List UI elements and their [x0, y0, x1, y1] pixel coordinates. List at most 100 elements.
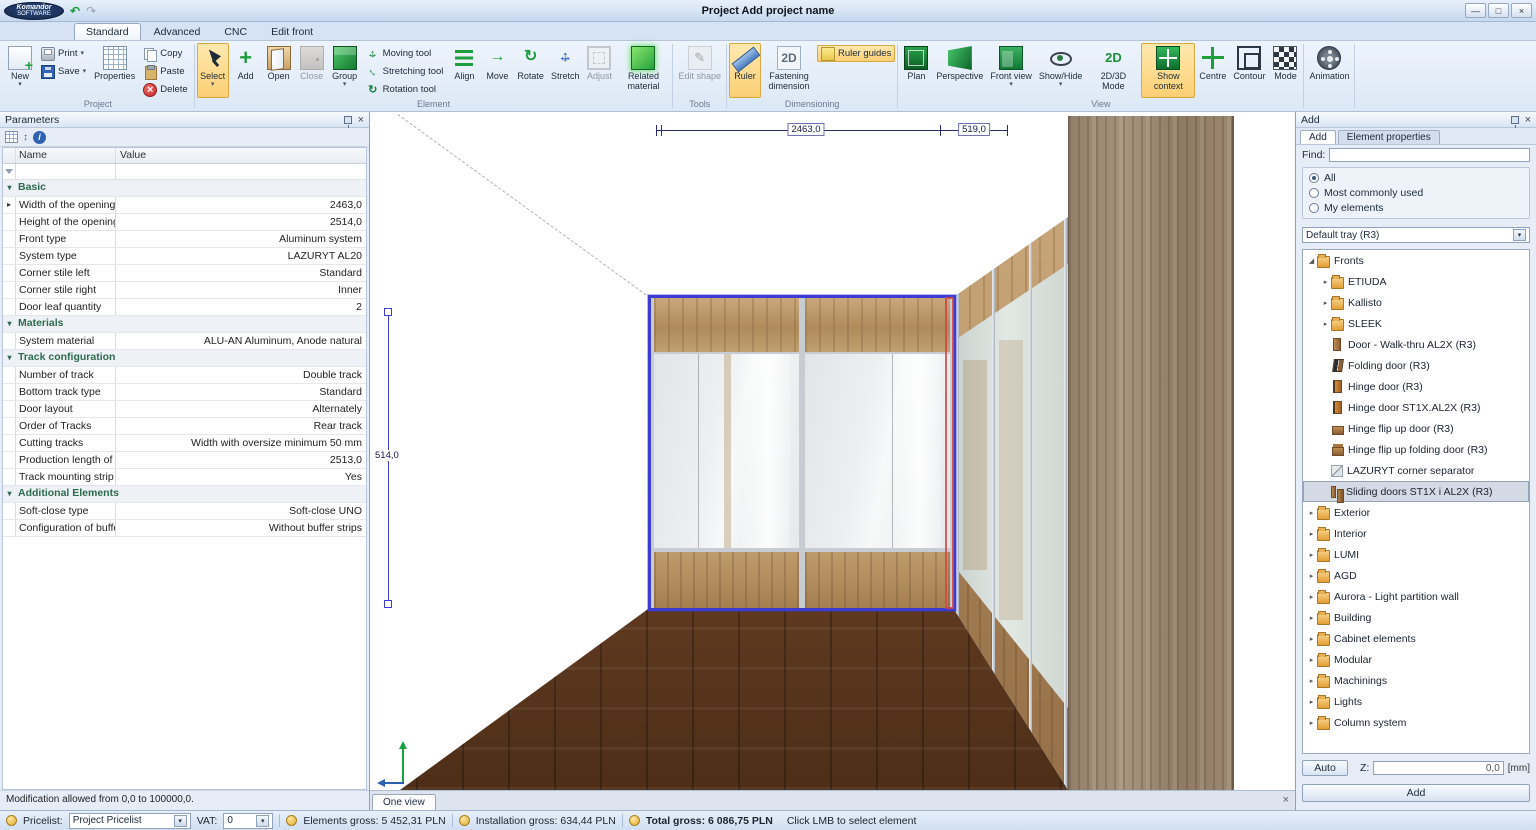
param-row-configuration-of-buffe[interactable]: Configuration of buffe...Without buffer … [3, 520, 366, 537]
3d-viewport[interactable]: 2463,0 519,0 514,0 [370, 112, 1295, 790]
ribbon-button-adjust[interactable]: Adjust [583, 43, 615, 98]
expand-arrow-icon[interactable]: ▸ [1306, 698, 1317, 706]
tree-item-interior[interactable]: ▸Interior [1303, 523, 1529, 544]
ribbon-button-centre[interactable]: Centre [1196, 43, 1229, 98]
ribbon-button-perspective[interactable]: Perspective [933, 43, 986, 98]
tab-add[interactable]: Add [1300, 130, 1336, 144]
tree-item-fronts[interactable]: ◢Fronts [1303, 250, 1529, 271]
radio-most-commonly-used[interactable]: Most commonly used [1309, 187, 1523, 199]
close-panel-icon[interactable]: × [358, 115, 364, 125]
tree-item-exterior[interactable]: ▸Exterior [1303, 502, 1529, 523]
tree-item-cabinet-elements[interactable]: ▸Cabinet elements [1303, 628, 1529, 649]
auto-button[interactable]: Auto [1302, 760, 1348, 776]
tree-item-hinge-door-st1x-al2x-r3[interactable]: Hinge door ST1X.AL2X (R3) [1303, 397, 1529, 418]
expand-arrow-icon[interactable]: ▸ [1306, 509, 1317, 517]
ribbon-button-stretch[interactable]: Stretch [548, 43, 583, 98]
z-input[interactable]: 0,0 [1373, 761, 1503, 775]
pin-icon[interactable] [344, 116, 352, 124]
undo-icon[interactable]: ↶ [70, 5, 80, 17]
ribbon-button-open[interactable]: Open [263, 43, 295, 98]
menu-tab-standard[interactable]: Standard [74, 23, 141, 40]
chevron-down-icon[interactable]: ▾ [256, 815, 269, 827]
ribbon-button-delete[interactable]: Delete [139, 81, 191, 98]
tree-item-lazuryt-corner-separator[interactable]: LAZURYT corner separator [1303, 460, 1529, 481]
sort-icon[interactable]: ↕ [23, 132, 28, 143]
tree-item-etiuda[interactable]: ▸ETIUDA [1303, 271, 1529, 292]
minimize-button[interactable]: — [1465, 3, 1486, 18]
param-row-system-type[interactable]: System typeLAZURYT AL20 [3, 248, 366, 265]
ribbon-button-stretching-tool[interactable]: Stretching tool [362, 63, 448, 80]
wood-gable-panel[interactable] [1068, 116, 1234, 790]
param-row-number-of-track[interactable]: Number of trackDouble track [3, 367, 366, 384]
expand-arrow-icon[interactable]: ▸ [1306, 614, 1317, 622]
param-group-basic[interactable]: ▾Basic [3, 180, 366, 197]
tree-item-lights[interactable]: ▸Lights [1303, 691, 1529, 712]
param-row-height-of-the-opening[interactable]: Height of the opening2514,0 [3, 214, 366, 231]
ribbon-button-select[interactable]: Select▾ [197, 43, 229, 98]
param-row-production-length-of-tr[interactable]: Production length of tr...2513,0 [3, 452, 366, 469]
expand-arrow-icon[interactable]: ▸ [1306, 551, 1317, 559]
tree-item-machinings[interactable]: ▸Machinings [1303, 670, 1529, 691]
param-row-order-of-tracks[interactable]: Order of TracksRear track [3, 418, 366, 435]
param-group-additional-elements[interactable]: ▾Additional Elements [3, 486, 366, 503]
expand-arrow-icon[interactable]: ▸ [1306, 656, 1317, 664]
tree-item-lumi[interactable]: ▸LUMI [1303, 544, 1529, 565]
menu-tab-edit-front[interactable]: Edit front [260, 24, 324, 40]
ribbon-button-mode[interactable]: Mode [1269, 43, 1301, 98]
radio-my-elements[interactable]: My elements [1309, 202, 1523, 214]
ribbon-button-rotate[interactable]: Rotate [514, 43, 547, 98]
chevron-down-icon[interactable]: ▾ [174, 815, 187, 827]
ribbon-button-show-hide[interactable]: Show/Hide▾ [1036, 43, 1086, 98]
ribbon-button-related-material[interactable]: Related material [616, 43, 670, 98]
close-button[interactable]: × [1511, 3, 1532, 18]
tree-item-kallisto[interactable]: ▸Kallisto [1303, 292, 1529, 313]
ribbon-button-align[interactable]: Align [448, 43, 480, 98]
param-row-corner-stile-right[interactable]: Corner stile rightInner [3, 282, 366, 299]
tree-item-hinge-door-r3[interactable]: Hinge door (R3) [1303, 376, 1529, 397]
find-input[interactable] [1329, 148, 1530, 162]
ribbon-button-properties[interactable]: Properties [91, 43, 138, 98]
expand-arrow-icon[interactable]: ◢ [1306, 257, 1317, 265]
param-row-door-leaf-quantity[interactable]: Door leaf quantity2 [3, 299, 366, 316]
ribbon-button-rotation-tool[interactable]: Rotation tool [362, 81, 448, 98]
tree-item-column-system[interactable]: ▸Column system [1303, 712, 1529, 733]
tree-item-sleek[interactable]: ▸SLEEK [1303, 313, 1529, 334]
param-row-system-material[interactable]: System materialALU-AN Aluminum, Anode na… [3, 333, 366, 350]
expand-arrow-icon[interactable]: ▸ [1320, 320, 1331, 328]
param-row-width-of-the-opening[interactable]: ▸Width of the opening2463,0 [3, 197, 366, 214]
expand-arrow-icon[interactable]: ▸ [1306, 677, 1317, 685]
tree-item-aurora-light-partition-wall[interactable]: ▸Aurora - Light partition wall [1303, 586, 1529, 607]
chevron-down-icon[interactable]: ▾ [1513, 229, 1526, 241]
filter-row[interactable] [3, 164, 366, 180]
tree-item-modular[interactable]: ▸Modular [1303, 649, 1529, 670]
ribbon-button-copy[interactable]: Copy [139, 45, 191, 62]
ribbon-button-ruler[interactable]: Ruler [729, 43, 761, 98]
param-row-bottom-track-type[interactable]: Bottom track typeStandard [3, 384, 366, 401]
sliding-door-right[interactable] [802, 298, 953, 608]
tree-item-hinge-flip-up-door-r3[interactable]: Hinge flip up door (R3) [1303, 418, 1529, 439]
ribbon-button-close[interactable]: Close [296, 43, 328, 98]
expand-arrow-icon[interactable]: ▸ [1306, 572, 1317, 580]
ribbon-button-new[interactable]: New▾ [4, 43, 36, 98]
param-row-track-mounting-strip[interactable]: Track mounting stripYes [3, 469, 366, 486]
vat-dropdown[interactable]: 0 ▾ [223, 813, 273, 829]
grid-view-icon[interactable] [5, 131, 18, 143]
ribbon-button-move[interactable]: Move [481, 43, 513, 98]
ribbon-button-fastening-dimension[interactable]: Fastening dimension [762, 43, 816, 98]
tree-item-hinge-flip-up-folding-door-r3[interactable]: Hinge flip up folding door (R3) [1303, 439, 1529, 460]
expand-arrow-icon[interactable]: ▸ [1306, 530, 1317, 538]
ribbon-button-animation[interactable]: Animation [1306, 43, 1352, 98]
param-row-door-layout[interactable]: Door layoutAlternately [3, 401, 366, 418]
info-icon[interactable]: i [33, 131, 46, 144]
tree-item-door-walk-thru-al2x-r3[interactable]: Door - Walk-thru AL2X (R3) [1303, 334, 1529, 355]
close-panel-icon[interactable]: × [1525, 115, 1531, 125]
ribbon-button-moving-tool[interactable]: Moving tool [362, 45, 448, 62]
ribbon-button-2d-3d-mode[interactable]: 2D/3D Mode [1086, 43, 1140, 98]
param-group-track-configuration[interactable]: ▾Track configuration [3, 350, 366, 367]
param-row-corner-stile-left[interactable]: Corner stile leftStandard [3, 265, 366, 282]
ribbon-button-front-view[interactable]: Front view▾ [987, 43, 1035, 98]
redo-icon[interactable]: ↷ [86, 5, 96, 17]
param-row-soft-close-type[interactable]: Soft-close typeSoft-close UNO [3, 503, 366, 520]
ribbon-button-ruler-guides[interactable]: Ruler guides [817, 45, 895, 62]
expand-arrow-icon[interactable]: ▸ [1306, 593, 1317, 601]
